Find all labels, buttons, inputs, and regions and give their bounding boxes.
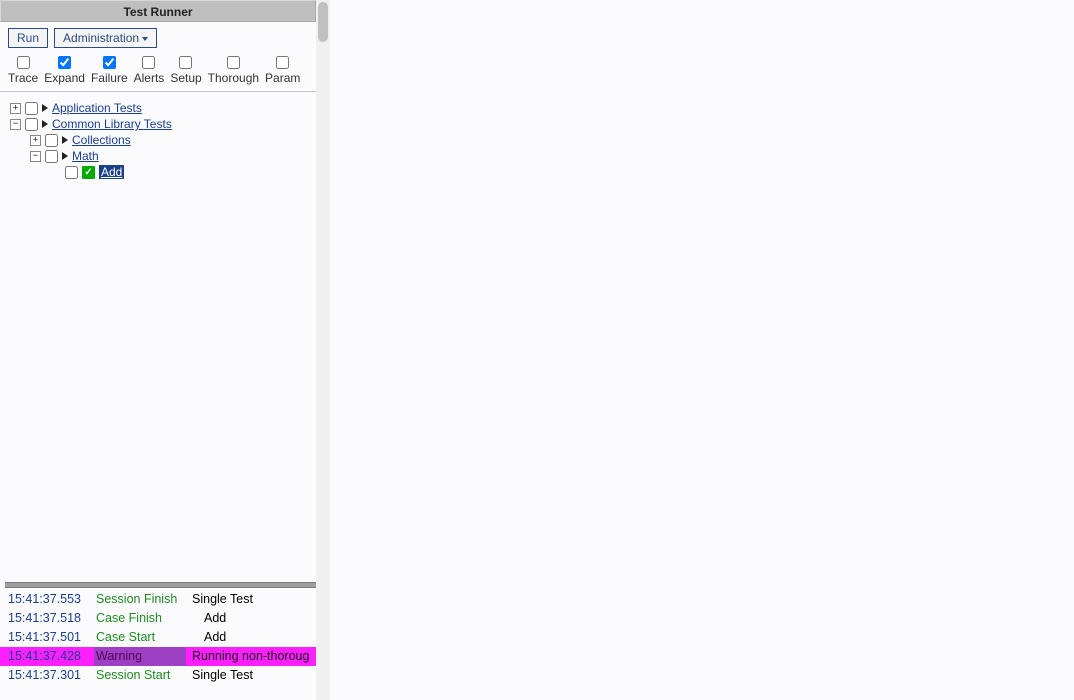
arrow-right-icon[interactable] bbox=[42, 120, 48, 128]
log-time: 15:41:37.518 bbox=[0, 609, 94, 628]
log-type: Case Start bbox=[94, 628, 186, 647]
option-trace: Trace bbox=[8, 56, 38, 85]
option-param: Param bbox=[265, 56, 300, 85]
log-time: 15:41:37.553 bbox=[0, 590, 94, 609]
log-message: Add bbox=[186, 609, 228, 628]
node-label[interactable]: Math bbox=[72, 149, 99, 163]
administration-dropdown[interactable]: Administration bbox=[54, 28, 157, 48]
tree-node-add[interactable]: ✓ Add bbox=[50, 164, 310, 180]
test-tree: + Application Tests − Common Library Tes… bbox=[0, 92, 316, 582]
node-checkbox[interactable] bbox=[65, 166, 78, 179]
log-message: Running non-thoroug bbox=[186, 647, 316, 666]
failure-label: Failure bbox=[91, 71, 128, 85]
scrollbar-thumb[interactable] bbox=[318, 2, 328, 42]
tree-spacer bbox=[50, 167, 61, 178]
log-row: 15:41:37.553 Session Finish Single Test bbox=[0, 590, 316, 609]
log-time: 15:41:37.428 bbox=[0, 647, 94, 666]
toolbar: Run Administration bbox=[0, 22, 316, 52]
log-row: 15:41:37.301 Session Start Single Test bbox=[0, 666, 316, 685]
param-label: Param bbox=[265, 71, 300, 85]
trace-checkbox[interactable] bbox=[17, 56, 30, 69]
trace-label: Trace bbox=[8, 71, 38, 85]
tree-node-common-library[interactable]: − Common Library Tests bbox=[10, 116, 310, 132]
options-row: Trace Expand Failure Alerts Setup Thorou… bbox=[0, 52, 316, 92]
option-expand: Expand bbox=[44, 56, 85, 85]
node-checkbox[interactable] bbox=[45, 150, 58, 163]
node-checkbox[interactable] bbox=[25, 102, 38, 115]
tree-node-math[interactable]: − Math bbox=[30, 148, 310, 164]
chevron-down-icon bbox=[142, 37, 148, 41]
pass-status-icon: ✓ bbox=[82, 166, 95, 179]
log-row-warning: 15:41:37.428 Warning Running non-thoroug bbox=[0, 647, 316, 666]
log-type: Case Finish bbox=[94, 609, 186, 628]
log-panel: 15:41:37.553 Session Finish Single Test … bbox=[0, 588, 316, 685]
option-setup: Setup bbox=[170, 56, 201, 85]
administration-label: Administration bbox=[63, 31, 139, 45]
node-label[interactable]: Collections bbox=[72, 133, 131, 147]
expand-label: Expand bbox=[44, 71, 85, 85]
option-failure: Failure bbox=[91, 56, 128, 85]
setup-label: Setup bbox=[170, 71, 201, 85]
expand-checkbox[interactable] bbox=[58, 56, 71, 69]
node-label[interactable]: Application Tests bbox=[52, 101, 142, 115]
alerts-label: Alerts bbox=[134, 71, 165, 85]
node-checkbox[interactable] bbox=[45, 134, 58, 147]
node-checkbox[interactable] bbox=[25, 118, 38, 131]
run-button[interactable]: Run bbox=[8, 28, 48, 48]
panel-title: Test Runner bbox=[0, 0, 316, 22]
tree-node-application-tests[interactable]: + Application Tests bbox=[10, 100, 310, 116]
alerts-checkbox[interactable] bbox=[142, 56, 155, 69]
arrow-right-icon[interactable] bbox=[62, 136, 68, 144]
setup-checkbox[interactable] bbox=[179, 56, 192, 69]
log-row: 15:41:37.518 Case Finish Add bbox=[0, 609, 316, 628]
option-alerts: Alerts bbox=[134, 56, 165, 85]
option-thorough: Thorough bbox=[208, 56, 259, 85]
thorough-checkbox[interactable] bbox=[227, 56, 240, 69]
log-type: Warning bbox=[94, 647, 186, 666]
expand-icon[interactable]: + bbox=[30, 135, 41, 146]
tree-node-collections[interactable]: + Collections bbox=[30, 132, 310, 148]
log-time: 15:41:37.501 bbox=[0, 628, 94, 647]
expand-icon[interactable]: + bbox=[10, 103, 21, 114]
log-message: Single Test bbox=[186, 666, 255, 685]
log-message: Single Test bbox=[186, 590, 255, 609]
collapse-icon[interactable]: − bbox=[30, 151, 41, 162]
log-time: 15:41:37.301 bbox=[0, 666, 94, 685]
failure-checkbox[interactable] bbox=[103, 56, 116, 69]
vertical-scrollbar[interactable] bbox=[316, 0, 330, 700]
thorough-label: Thorough bbox=[208, 71, 259, 85]
collapse-icon[interactable]: − bbox=[10, 119, 21, 130]
arrow-right-icon[interactable] bbox=[62, 152, 68, 160]
log-type: Session Start bbox=[94, 666, 186, 685]
arrow-right-icon[interactable] bbox=[42, 104, 48, 112]
log-type: Session Finish bbox=[94, 590, 186, 609]
node-label[interactable]: Common Library Tests bbox=[52, 117, 172, 131]
log-row: 15:41:37.501 Case Start Add bbox=[0, 628, 316, 647]
param-checkbox[interactable] bbox=[276, 56, 289, 69]
log-message: Add bbox=[186, 628, 228, 647]
node-label-selected[interactable]: Add bbox=[99, 165, 124, 179]
